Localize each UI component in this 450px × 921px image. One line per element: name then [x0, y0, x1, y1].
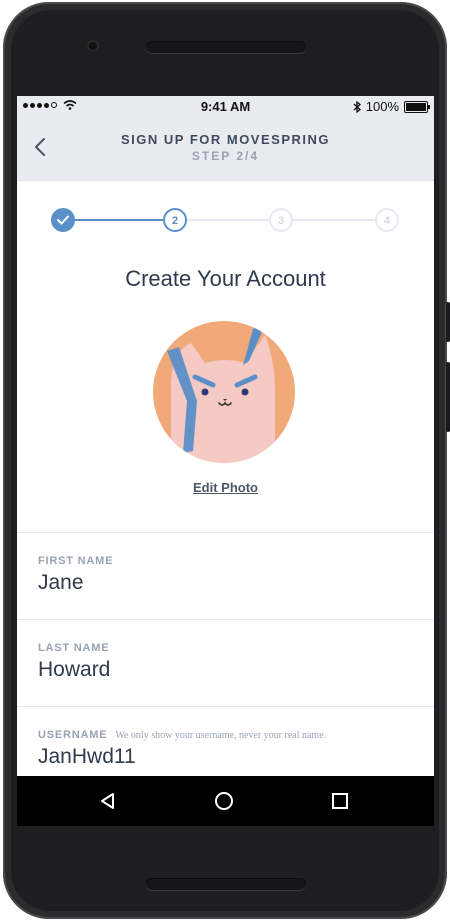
username-hint: We only show your username, never your r…: [115, 730, 327, 741]
cat-avatar-icon[interactable]: [153, 321, 295, 463]
step-3: 3: [269, 208, 293, 232]
step-4: 4: [375, 208, 399, 232]
step-2-current: 2: [163, 208, 187, 232]
square-recents-icon[interactable]: [329, 790, 351, 812]
first-name-field[interactable]: FIRST NAME Jane: [17, 532, 434, 619]
step-connector-done: [71, 219, 163, 221]
circle-home-icon[interactable]: [213, 790, 235, 812]
username-field[interactable]: USERNAME We only show your username, neve…: [17, 706, 434, 776]
step-connector: [187, 219, 269, 221]
battery-icon: [404, 100, 430, 113]
username-label: USERNAME: [38, 729, 108, 741]
earpiece-speaker: [146, 41, 306, 53]
page-title: Create Your Account: [125, 266, 326, 291]
last-name-label: LAST NAME: [38, 642, 110, 654]
first-name-value[interactable]: Jane: [38, 571, 84, 595]
edit-photo-link[interactable]: Edit Photo: [17, 480, 434, 495]
header-title: SIGN UP FOR MOVESPRING: [120, 132, 330, 147]
username-label-row: USERNAME We only show your username, neve…: [38, 729, 326, 741]
power-button: [446, 302, 450, 342]
progress-stepper: 2 3 4: [51, 208, 399, 232]
triangle-back-icon[interactable]: [97, 790, 119, 812]
last-name-field[interactable]: LAST NAME Howard: [17, 619, 434, 706]
volume-button: [446, 362, 450, 432]
step-1-complete: [51, 208, 75, 232]
front-camera: [87, 40, 99, 52]
checkmark-icon: [57, 215, 69, 225]
android-nav-bar: [17, 776, 434, 826]
bluetooth-icon: [353, 100, 361, 113]
step-connector: [293, 219, 375, 221]
status-bar: 9:41 AM 100%: [17, 96, 434, 118]
battery-percent: 100%: [365, 99, 399, 114]
bottom-speaker: [146, 878, 306, 890]
first-name-label: FIRST NAME: [38, 555, 114, 567]
header-step: STEP 2/4: [191, 149, 260, 163]
last-name-value[interactable]: Howard: [38, 658, 110, 682]
header: SIGN UP FOR MOVESPRING STEP 2/4: [17, 118, 434, 181]
app-screen: 9:41 AM 100% SIGN UP FOR MOVESPRING STEP…: [17, 96, 434, 776]
username-value[interactable]: JanHwd11: [38, 745, 136, 769]
